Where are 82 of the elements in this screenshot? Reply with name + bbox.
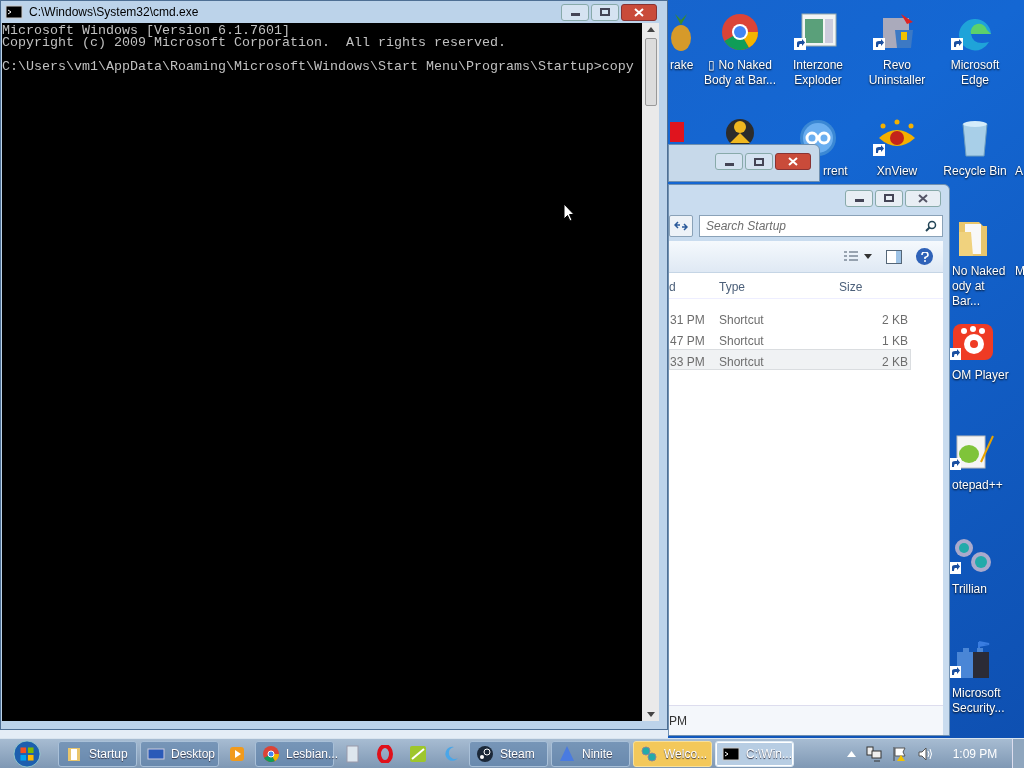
windows-logo-icon bbox=[12, 739, 42, 768]
taskbar-button[interactable]: Ninite bbox=[551, 740, 630, 767]
desktop-icon-label[interactable]: otepad++ bbox=[952, 478, 1003, 493]
play-icon bbox=[228, 744, 246, 763]
opera-icon bbox=[376, 744, 394, 763]
view-options-button[interactable] bbox=[844, 250, 872, 263]
close-button[interactable] bbox=[775, 153, 811, 170]
console-line: Copyright (c) 2009 Microsoft Corporation. All rights reserved. bbox=[2, 37, 506, 49]
desktop-icon-label[interactable]: M bbox=[1015, 264, 1024, 279]
steam-icon bbox=[476, 744, 494, 763]
table-cell-text: 31 PM bbox=[670, 312, 705, 329]
scrollbar[interactable] bbox=[642, 23, 659, 721]
console-line: Microsoft Windows [Version 6.1.7601] bbox=[2, 25, 290, 37]
scroll-down-icon bbox=[646, 712, 655, 717]
notepad-icon bbox=[343, 744, 361, 763]
minimize-button[interactable] bbox=[715, 153, 743, 170]
desktop-icon-label[interactable]: Microsoft Edge bbox=[937, 58, 1013, 88]
table-cell-text: Shortcut bbox=[719, 354, 764, 371]
taskbar-button[interactable]: Startup bbox=[58, 740, 137, 767]
scrollbar-thumb[interactable] bbox=[644, 38, 657, 106]
column-header[interactable]: Type bbox=[719, 278, 745, 296]
search-field[interactable]: Search Startup bbox=[699, 215, 943, 237]
close-icon bbox=[788, 157, 798, 166]
refresh-icon bbox=[674, 220, 688, 232]
trillian-icon bbox=[640, 744, 658, 763]
taskbar-button[interactable]: Steam bbox=[469, 740, 548, 767]
command-prompt: C:\Users\vm1\AppData\Roaming\Microsoft\Windows\Start Menu\Programs\Startup>copy bbox=[2, 61, 634, 73]
table-cell-text: 1 KB bbox=[882, 333, 908, 350]
network-icon[interactable] bbox=[866, 745, 882, 762]
desktop-icon-label[interactable]: rrent bbox=[823, 164, 848, 179]
table-cell-text: 2 KB bbox=[882, 354, 908, 371]
table-cell-text: Shortcut bbox=[719, 333, 764, 350]
maximize-button[interactable] bbox=[745, 153, 773, 170]
minimize-button[interactable] bbox=[845, 189, 873, 207]
speaker-icon[interactable] bbox=[918, 745, 934, 762]
ninite-icon bbox=[558, 744, 576, 763]
refresh-button[interactable] bbox=[669, 215, 693, 237]
help-icon bbox=[920, 251, 929, 262]
minimize-button[interactable] bbox=[561, 3, 589, 21]
mouse-cursor bbox=[563, 203, 575, 222]
table-cell-text: 2 KB bbox=[882, 312, 908, 329]
desktop-icon-label[interactable]: Trillian bbox=[952, 582, 987, 597]
file-row[interactable]: 47 PM Shortcut 1 KB bbox=[669, 328, 911, 349]
maximize-button[interactable] bbox=[875, 189, 903, 207]
table-cell-text: 47 PM bbox=[670, 333, 705, 350]
scroll-up-icon bbox=[646, 27, 655, 32]
pencil-tile-icon bbox=[409, 744, 427, 763]
file-row[interactable]: 33 PM Shortcut 2 KB bbox=[669, 349, 911, 370]
help-button[interactable] bbox=[916, 248, 933, 265]
desktop-icon-label[interactable]: Revo Uninstaller bbox=[859, 58, 935, 88]
close-button[interactable] bbox=[905, 189, 941, 207]
console-icon bbox=[722, 744, 740, 763]
chrome-icon bbox=[262, 744, 280, 763]
desktop-icon-label[interactable]: Microsoft Security... bbox=[952, 686, 1014, 716]
close-button[interactable] bbox=[621, 3, 657, 21]
status-text: PM bbox=[669, 712, 687, 730]
preview-pane-button[interactable] bbox=[886, 249, 902, 264]
notepad-icon bbox=[949, 432, 997, 472]
table-cell-text: 33 PM bbox=[670, 354, 705, 371]
caret-icon bbox=[864, 254, 872, 259]
search-icon bbox=[925, 220, 937, 232]
desktop-icon-label[interactable]: Interzone Exploder bbox=[780, 58, 856, 88]
app-tile-icon bbox=[670, 122, 684, 142]
close-icon bbox=[918, 193, 928, 203]
list-view-icon bbox=[844, 250, 858, 263]
column-header[interactable]: Size bbox=[839, 278, 863, 296]
window-title: C:\Windows\System32\cmd.exe bbox=[29, 4, 200, 21]
desktop-icon-label[interactable]: rake bbox=[670, 58, 694, 73]
taskbar-button[interactable]: Desktop bbox=[140, 740, 219, 767]
table-cell-text: Shortcut bbox=[719, 312, 764, 329]
desktop-icon-label[interactable]: Recycle Bin bbox=[937, 164, 1013, 179]
flag-icon[interactable] bbox=[892, 745, 908, 762]
desktop-icon-label[interactable]: A bbox=[1015, 164, 1023, 179]
maximize-button[interactable] bbox=[591, 3, 619, 21]
desktop-icon-label[interactable]: No Naked ody at Bar... bbox=[952, 264, 1014, 309]
column-header[interactable]: d bbox=[669, 278, 676, 296]
console-icon bbox=[5, 3, 23, 21]
close-icon bbox=[634, 7, 644, 17]
file-row[interactable]: 31 PM Shortcut 2 KB bbox=[669, 307, 911, 328]
desktop-icon-label[interactable]: XnView bbox=[859, 164, 935, 179]
desktop-icon-label[interactable]: OM Player bbox=[952, 368, 1009, 383]
desktop-icon-label[interactable]: ▯ No Naked Body at Bar... bbox=[702, 58, 778, 88]
